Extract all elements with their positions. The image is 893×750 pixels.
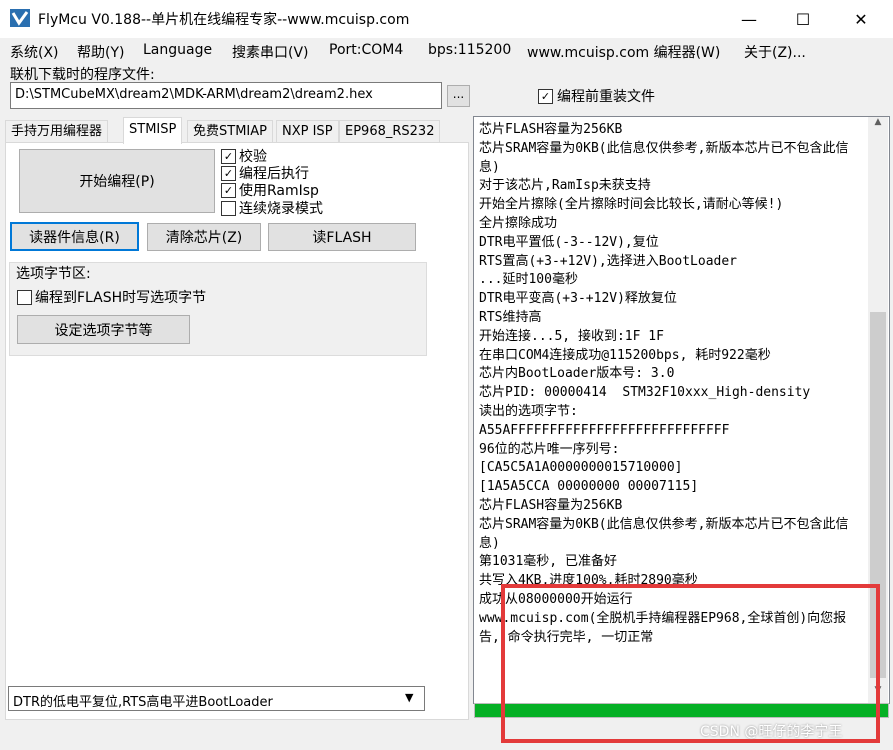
menu-about[interactable]: 关于(Z)...: [744, 42, 806, 62]
close-icon: ✕: [854, 9, 868, 29]
continuous-mode-checkbox[interactable]: [221, 201, 236, 216]
menu-search-port[interactable]: 搜素串口(V): [232, 42, 309, 62]
menu-language[interactable]: Language: [143, 42, 212, 58]
scroll-up-icon[interactable]: ▲: [868, 117, 888, 134]
write-option-bytes-option[interactable]: 编程到FLASH时写选项字节: [17, 290, 206, 305]
erase-chip-button[interactable]: 清除芯片(Z): [147, 223, 261, 251]
ramisp-label: 使用RamIsp: [239, 182, 319, 199]
log-line: 芯片内BootLoader版本号: 3.0: [479, 366, 675, 382]
menu-bps[interactable]: bps:115200: [428, 42, 511, 58]
reload-label: 编程前重装文件: [557, 89, 655, 105]
reload-file-option[interactable]: ✓ 编程前重装文件: [538, 86, 655, 106]
close-button[interactable]: ✕: [838, 0, 884, 38]
tab-ep968[interactable]: EP968_RS232: [339, 120, 441, 143]
tab-handheld[interactable]: 手持万用编程器: [5, 120, 109, 143]
log-output: 芯片FLASH容量为256KB 芯片SRAM容量为0KB(此信息仅供参考,新版本芯…: [479, 121, 863, 647]
write-option-bytes-label: 编程到FLASH时写选项字节: [35, 289, 207, 306]
ramisp-checkbox[interactable]: ✓: [221, 183, 236, 198]
log-line: A55AFFFFFFFFFFFFFFFFFFFFFFFFFFFF: [479, 422, 730, 438]
minimize-icon: —: [741, 9, 757, 29]
app-icon: [10, 9, 30, 27]
log-line: 对于该芯片,RamIsp未获支持: [479, 178, 651, 194]
ramisp-option[interactable]: ✓ 使用RamIsp: [221, 183, 319, 198]
write-option-bytes-checkbox[interactable]: [17, 290, 32, 305]
highlight-box: [501, 584, 880, 743]
log-line: 芯片FLASH容量为256KB: [479, 122, 623, 137]
log-line: RTS置高(+3-+12V),选择进入BootLoader: [479, 253, 738, 269]
read-info-button[interactable]: 读器件信息(R): [10, 222, 139, 251]
start-program-button[interactable]: 开始编程(P): [19, 149, 215, 213]
watermark: CSDN @旺仔的李宁王: [700, 724, 843, 740]
set-option-bytes-button[interactable]: 设定选项字节等: [17, 315, 190, 344]
run-after-checkbox[interactable]: ✓: [221, 166, 236, 181]
tab-nxp-isp[interactable]: NXP ISP: [276, 120, 339, 143]
window-title: FlyMcu V0.188--单片机在线编程专家--www.mcuisp.com: [38, 12, 410, 28]
continuous-mode-label: 连续烧录模式: [239, 200, 323, 217]
log-line: 芯片FLASH容量为256KB: [479, 497, 623, 513]
read-flash-button[interactable]: 读FLASH: [268, 223, 416, 251]
verify-option[interactable]: ✓ 校验: [221, 149, 267, 164]
file-label: 联机下载时的程序文件:: [10, 67, 155, 83]
option-byte-group-label: 选项字节区:: [16, 263, 91, 283]
log-line: 开始全片擦除(全片擦除时间会比较长,请耐心等候!): [479, 197, 784, 213]
tab-stmisp[interactable]: STMISP: [123, 117, 183, 144]
verify-label: 校验: [239, 148, 267, 165]
menu-port[interactable]: Port:COM4: [329, 42, 403, 58]
log-line: 芯片SRAM容量为0KB(此信息仅供参考,新版本芯片已不包含此信息): [479, 140, 849, 175]
tab-stmiap[interactable]: 免费STMIAP: [187, 120, 273, 143]
log-line: 芯片SRAM容量为0KB(此信息仅供参考,新版本芯片已不包含此信息): [479, 516, 849, 551]
log-line: RTS维持高: [479, 309, 542, 325]
menu-help[interactable]: 帮助(Y): [77, 42, 124, 62]
maximize-button[interactable]: ☐: [780, 0, 826, 38]
verify-checkbox[interactable]: ✓: [221, 149, 236, 164]
minimize-button[interactable]: —: [726, 0, 772, 38]
maximize-icon: ☐: [795, 9, 811, 29]
log-line: 全片擦除成功: [479, 215, 558, 231]
log-line: 96位的芯片唯一序列号:: [479, 441, 620, 457]
run-after-label: 编程后执行: [239, 165, 309, 182]
log-line: [1A5A5CCA 00000000 00007115]: [479, 479, 699, 495]
log-line: ...延时100毫秒: [479, 272, 578, 288]
log-line: DTR电平变高(+3-+12V)释放复位: [479, 291, 677, 307]
reload-checkbox[interactable]: ✓: [538, 88, 553, 104]
run-after-option[interactable]: ✓ 编程后执行: [221, 166, 309, 181]
log-line: [CA5C5A1A0000000015710000]: [479, 460, 683, 476]
log-line: 芯片PID: 00000414 STM32F10xxx_High-density: [479, 385, 811, 401]
log-line: DTR电平置低(-3--12V),复位: [479, 234, 659, 250]
log-line: 读出的选项字节:: [479, 403, 578, 419]
log-line: 在串口COM4连接成功@115200bps, 耗时922毫秒: [479, 347, 771, 363]
browse-button[interactable]: ...: [447, 85, 470, 107]
continuous-mode-option[interactable]: 连续烧录模式: [221, 201, 323, 216]
log-line: 第1031毫秒, 已准备好: [479, 554, 617, 570]
file-path-input[interactable]: D:\STMCubeMX\dream2\MDK-ARM\dream2\dream…: [10, 82, 442, 109]
menu-system[interactable]: 系统(X): [10, 42, 59, 62]
reset-mode-select[interactable]: DTR的低电平复位,RTS高电平进BootLoader: [8, 686, 425, 711]
menu-programmer[interactable]: www.mcuisp.com 编程器(W): [527, 42, 720, 62]
chevron-down-icon[interactable]: ▼: [405, 691, 413, 704]
log-line: 开始连接...5, 接收到:1F 1F: [479, 328, 664, 344]
